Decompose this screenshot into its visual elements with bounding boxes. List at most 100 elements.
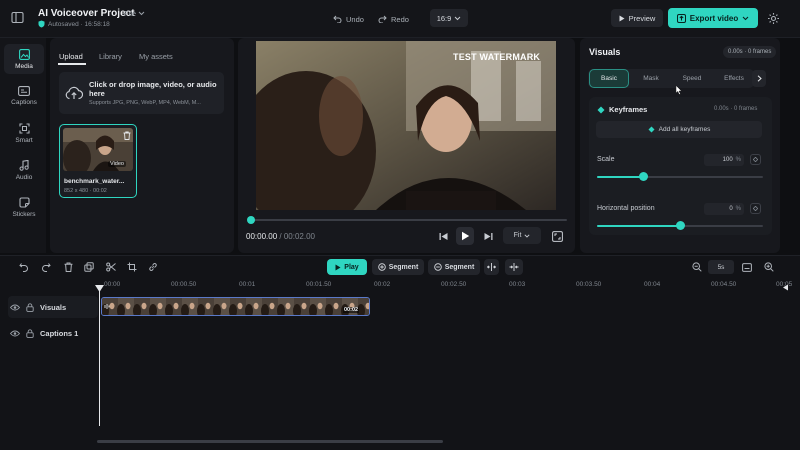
rail-item-smart[interactable]: Smart [4,118,44,148]
media-file-name: benchmark_water... [64,178,125,185]
scissors-icon[interactable] [105,261,117,273]
crop-icon[interactable] [126,261,138,273]
hpos-unit: % [735,206,741,212]
zoom-in-icon[interactable] [763,261,775,273]
ruler-tick-label: 00:00.50 [171,281,197,288]
undo-button[interactable]: Undo [333,11,364,27]
subtitle-toggle-icon[interactable] [741,261,753,273]
hpos-keyframe-button[interactable] [750,203,761,214]
skip-back-icon[interactable] [437,230,449,242]
total-time: / 00:02.00 [279,232,315,241]
file-menu-label: File [124,9,137,18]
rail-item-media[interactable]: Media [4,44,44,74]
export-video-button[interactable]: Export video [668,8,758,28]
split-icon[interactable] [484,259,499,275]
chevron-right-icon[interactable] [752,70,766,87]
project-title[interactable]: AI Voiceover Project [38,8,135,19]
collapse-right-icon[interactable] [781,283,789,291]
duplicate-icon[interactable] [83,261,95,273]
ruler-tick-label: 00:02.50 [441,281,467,288]
fullscreen-icon[interactable] [551,230,563,242]
preview-button[interactable]: Preview [611,9,663,27]
tab-basic[interactable]: Basic [589,69,629,88]
skip-forward-icon[interactable] [482,230,494,242]
hpos-input[interactable]: 0 % [704,203,744,215]
smart-icon [18,122,30,134]
settings-gear-icon[interactable] [765,10,781,26]
segment-label-1: Segment [388,263,419,271]
active-tab-indicator [58,63,86,65]
clip-duration: 00:02 [343,307,360,313]
scale-slider-fill [597,176,644,178]
hpos-slider-handle[interactable] [675,221,685,230]
video-clip[interactable] [101,297,370,316]
playhead-line[interactable] [99,288,100,426]
rail-item-captions[interactable]: Captions [4,81,44,111]
clip-frame-face [269,302,275,310]
add-segment-icon [377,263,386,271]
link-icon[interactable] [147,261,159,273]
dropzone-title: Click or drop image, video, or audio her… [89,80,217,98]
current-time: 00:00.00 [246,232,278,241]
scale-slider-handle[interactable] [638,172,648,181]
visuals-track-header[interactable]: Visuals [10,298,95,316]
trash-icon[interactable] [62,261,74,273]
clip-frame-face [157,302,163,310]
file-menu[interactable]: File [124,9,145,18]
autosave-status: Autosaved · 16:58:18 [38,20,110,28]
zoom-out-icon[interactable] [691,261,703,273]
eye-icon[interactable] [10,304,20,311]
properties-body [589,97,772,235]
timeline-play-button[interactable]: Play [327,259,367,275]
play-icon [335,264,341,271]
clip-frame-face [125,302,131,310]
rail-item-audio[interactable]: Audio [4,155,44,185]
preview-scrubber-handle[interactable] [247,216,255,224]
cloud-upload-icon [65,85,83,101]
captions-track-header[interactable]: Captions 1 [10,324,95,342]
eye-icon[interactable] [10,330,20,337]
sidebar-toggle-icon[interactable] [10,10,24,24]
tab-library[interactable]: Library [99,52,122,61]
clip-frame-face [285,302,291,310]
remove-segment-icon [433,263,442,271]
add-all-keyframes-button[interactable]: Add all keyframes [596,121,762,138]
tab-upload[interactable]: Upload [59,52,83,61]
tab-mask[interactable]: Mask [631,69,671,88]
timeline-zoom-value[interactable]: 5s [708,260,734,274]
undo-icon[interactable] [18,261,30,273]
clip-frame-face [141,302,147,310]
merge-icon[interactable] [505,259,523,275]
redo-button[interactable]: Redo [378,11,409,27]
rail-item-stickers[interactable]: Stickers [4,192,44,222]
preview-scrubber-track[interactable] [251,219,567,221]
rail-label: Audio [15,173,33,181]
timeline-horizontal-scrollbar[interactable] [97,440,443,443]
time-readout: 00:00.00 / 00:02.00 [246,232,315,241]
tab-effects[interactable]: Effects [714,69,754,88]
scale-keyframe-button[interactable] [750,154,761,165]
redo-icon[interactable] [40,261,52,273]
media-type-badge: Video [108,161,126,167]
redo-label: Redo [391,14,409,24]
trash-icon[interactable] [122,131,131,140]
fit-label: Fit [513,232,522,239]
ruler-tick-label: 00:03 [509,281,526,288]
lock-icon[interactable] [26,302,34,312]
clip-frame-face [221,302,227,310]
play-pause-button[interactable] [456,227,474,245]
ruler-tick-label: 00:04 [644,281,661,288]
dropzone-subtitle: Supports JPG, PNG, WebP, MP4, WebM, M... [89,100,201,106]
lock-icon[interactable] [26,328,34,338]
shield-check-icon [38,20,45,28]
fit-select[interactable]: Fit [503,227,541,244]
scale-input[interactable]: 100 % [704,154,744,166]
segment-button-2[interactable]: Segment [428,259,480,275]
segment-button-1[interactable]: Segment [372,259,424,275]
video-canvas[interactable] [256,41,556,210]
aspect-ratio-select[interactable]: 16:9 [430,9,468,27]
captions-icon [18,86,30,96]
undo-label: Undo [346,14,364,24]
export-label: Export video [689,13,739,23]
tab-my-assets[interactable]: My assets [139,52,173,61]
